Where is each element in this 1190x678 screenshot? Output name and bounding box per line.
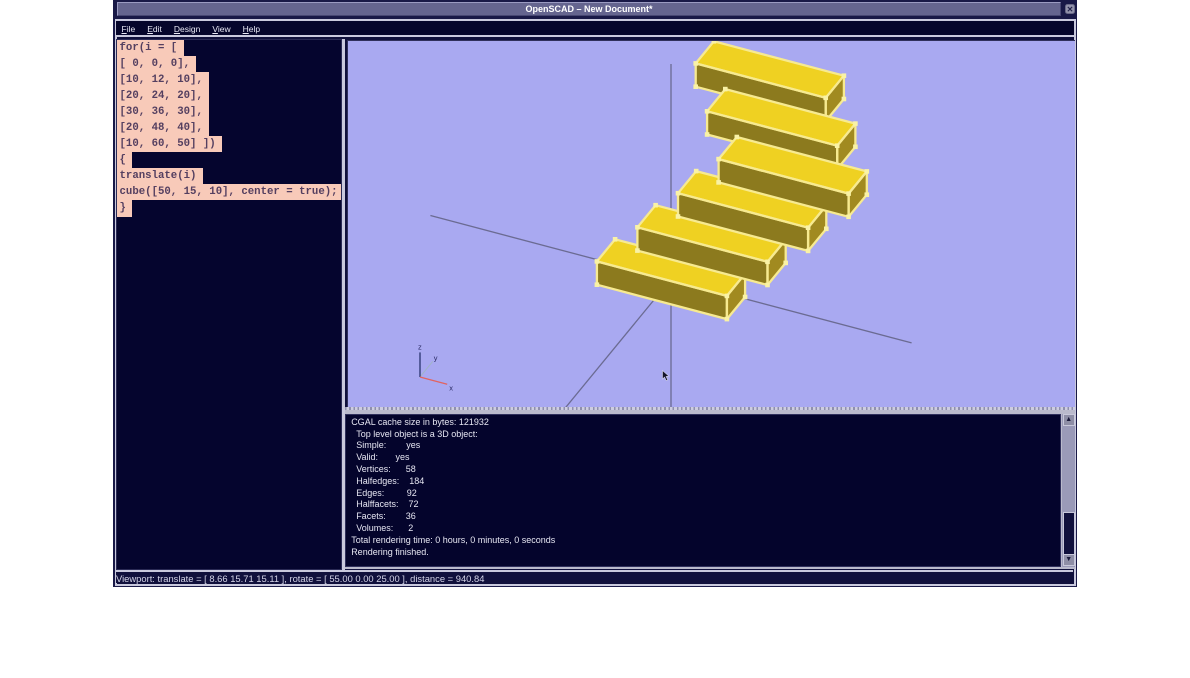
svg-text:x: x xyxy=(449,383,453,392)
svg-text:y: y xyxy=(434,353,438,362)
svg-text:z: z xyxy=(418,342,422,351)
